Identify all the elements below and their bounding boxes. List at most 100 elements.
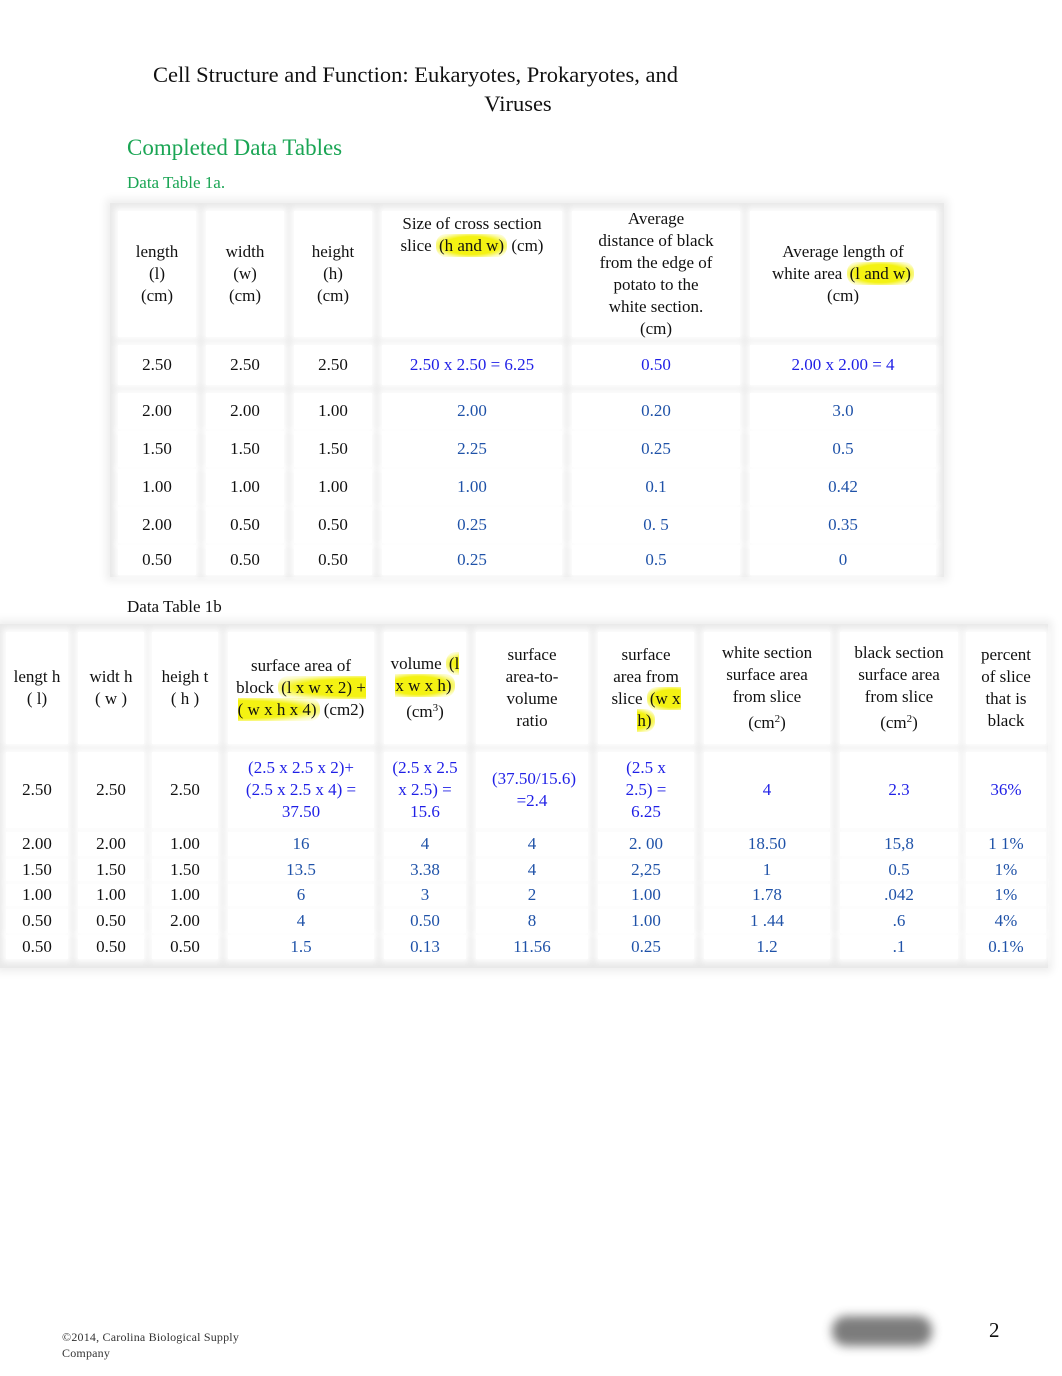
title-line-1: Cell Structure and Function: Eukaryotes,…: [153, 62, 678, 87]
t1b-cell: 1.00: [152, 832, 218, 856]
t1b-cell: 2.50: [6, 752, 68, 828]
t1b-cell: 4: [476, 832, 588, 856]
section-heading: Completed Data Tables: [127, 135, 343, 160]
t1b-cell: 1.2: [704, 935, 830, 959]
copyright-footer: ©2014, Carolina Biological Supply Compan…: [62, 1330, 240, 1360]
t1b-cell: 2.3: [840, 752, 958, 828]
t1b-cell: .1: [840, 935, 958, 959]
t1b-cell: 0.50: [78, 909, 144, 933]
t1b-cell: 4: [476, 859, 588, 881]
t1a-cell: 2.50 x 2.50 = 6.25: [382, 345, 562, 385]
t1b-cell: 0.50: [6, 909, 68, 933]
t1b-cell: 1.00: [598, 909, 694, 933]
t1b-cell: 1.50: [152, 859, 218, 881]
t1a-cell: 0.25: [572, 431, 740, 467]
redacted-mark: [832, 1316, 932, 1346]
t1b-cell: 2. 00: [598, 832, 694, 856]
t1b-cell: 6: [228, 884, 374, 906]
t1b-cell: .6: [840, 909, 958, 933]
t1b-cell: 2,25: [598, 859, 694, 881]
t1b-cell: 18.50: [704, 832, 830, 856]
t1a-cell: 2.00: [206, 393, 284, 429]
t1b-cell: 3: [384, 884, 466, 906]
t1b-header-slice-surface-area: surface area from slice (w x h): [598, 632, 694, 744]
t1a-header-avg-distance: Average distance of black from the edge of…: [572, 209, 740, 338]
t1b-cell: .042: [840, 884, 958, 906]
t1b-cell: 1.00: [598, 884, 694, 906]
t1b-cell: 0.50: [6, 935, 68, 959]
t1b-header-black-section: black section surface area from slice (c…: [840, 632, 958, 744]
t1a-cell: 0.1: [572, 469, 740, 505]
t1b-cell: 11.56: [476, 935, 588, 959]
t1a-cell: 2.50: [206, 345, 284, 385]
t1b-cell: 2: [476, 884, 588, 906]
t1b-cell: 1.78: [704, 884, 830, 906]
t1a-cell: 0.50: [206, 545, 284, 575]
t1a-cell: 1.50: [206, 431, 284, 467]
t1a-cell: 0: [750, 545, 936, 575]
t1a-header-cross-section: Size of cross section slice (h and w) (c…: [382, 211, 562, 337]
t1a-cell: 0.42: [750, 469, 936, 505]
t1b-cell: (37.50/15.6) =2.4: [476, 752, 588, 828]
t1b-header-volume: volume (l x w x h) (cm3): [384, 632, 466, 744]
table-1a-caption: Data Table 1a.: [127, 173, 226, 192]
data-table-1b: lengt h ( l) widt h ( w ) heigh t ( h ) …: [0, 624, 1048, 968]
data-table-1a: length (l) (cm) width (w) (cm) height (h) (cm)…: [110, 203, 944, 577]
t1b-cell: 0.1%: [966, 935, 1046, 959]
t1b-cell: 0.50: [384, 909, 466, 933]
t1a-cell: 2.00 x 2.00 = 4: [750, 345, 936, 385]
t1a-cell: 2.00: [382, 393, 562, 429]
t1b-cell: 1.00: [78, 884, 144, 906]
t1b-cell: 0.13: [384, 935, 466, 959]
t1b-cell: 0.50: [78, 935, 144, 959]
t1a-cell: 2.50: [294, 345, 372, 385]
t1b-cell: 1 1%: [966, 832, 1046, 856]
t1b-cell: (2.5 x 2.5) = 6.25: [598, 752, 694, 828]
document-title: Cell Structure and Function: Eukaryotes,…: [128, 60, 703, 118]
t1b-cell: 1.5: [228, 935, 374, 959]
t1a-header-white-length: Average length of white area (l and w) (…: [750, 211, 936, 337]
t1a-cell: 2.25: [382, 431, 562, 467]
t1a-cell: 0.25: [382, 545, 562, 575]
t1a-cell: 0.50: [572, 345, 740, 385]
t1a-cell: 1.00: [294, 469, 372, 505]
t1b-cell: 2.00: [152, 909, 218, 933]
t1b-cell: 3.38: [384, 859, 466, 881]
t1b-header-width: widt h ( w ): [78, 632, 144, 744]
t1a-cell: 0.35: [750, 507, 936, 543]
t1a-cell: 0.25: [382, 507, 562, 543]
t1a-cell: 1.50: [294, 431, 372, 467]
t1b-cell: 4: [704, 752, 830, 828]
t1b-header-sa-volume-ratio: surface area-to-volume ratio: [476, 632, 588, 744]
t1b-header-percent-black: percent of slice that is black: [966, 632, 1046, 744]
t1b-cell: (2.5 x 2.5 x 2.5) = 15.6: [384, 752, 466, 828]
t1a-cell: 1.00: [118, 469, 196, 505]
t1a-cell: 2.50: [118, 345, 196, 385]
t1a-cell: 1.00: [382, 469, 562, 505]
t1a-cell: 2.00: [118, 393, 196, 429]
t1b-cell: 2.00: [6, 832, 68, 856]
t1a-cell: 1.00: [294, 393, 372, 429]
t1a-cell: 1.00: [206, 469, 284, 505]
t1b-cell: 1%: [966, 884, 1046, 906]
t1a-cell: 3.0: [750, 393, 936, 429]
t1a-cell: 0.50: [206, 507, 284, 543]
t1b-cell: 1.50: [78, 859, 144, 881]
t1b-cell: 1.50: [6, 859, 68, 881]
t1b-header-length: lengt h ( l): [6, 632, 68, 744]
t1b-cell: 4: [384, 832, 466, 856]
t1a-cell: 0.20: [572, 393, 740, 429]
t1a-cell: 0. 5: [572, 507, 740, 543]
title-line-2: Viruses: [484, 91, 552, 116]
t1b-cell: 4: [228, 909, 374, 933]
t1b-cell: 15,8: [840, 832, 958, 856]
t1b-cell: 1: [704, 859, 830, 881]
t1b-cell: 1.00: [152, 884, 218, 906]
t1a-header-length: length (l) (cm): [118, 211, 196, 337]
t1b-header-white-section: white section surface area from slice (c…: [704, 632, 830, 744]
t1a-cell: 0.5: [750, 431, 936, 467]
t1b-header-height: heigh t ( h ): [152, 632, 218, 744]
t1a-cell: 0.50: [294, 507, 372, 543]
t1a-header-width: width (w) (cm): [206, 211, 284, 337]
t1b-cell: (2.5 x 2.5 x 2)+(2.5 x 2.5 x 4) = 37.50: [228, 752, 374, 828]
